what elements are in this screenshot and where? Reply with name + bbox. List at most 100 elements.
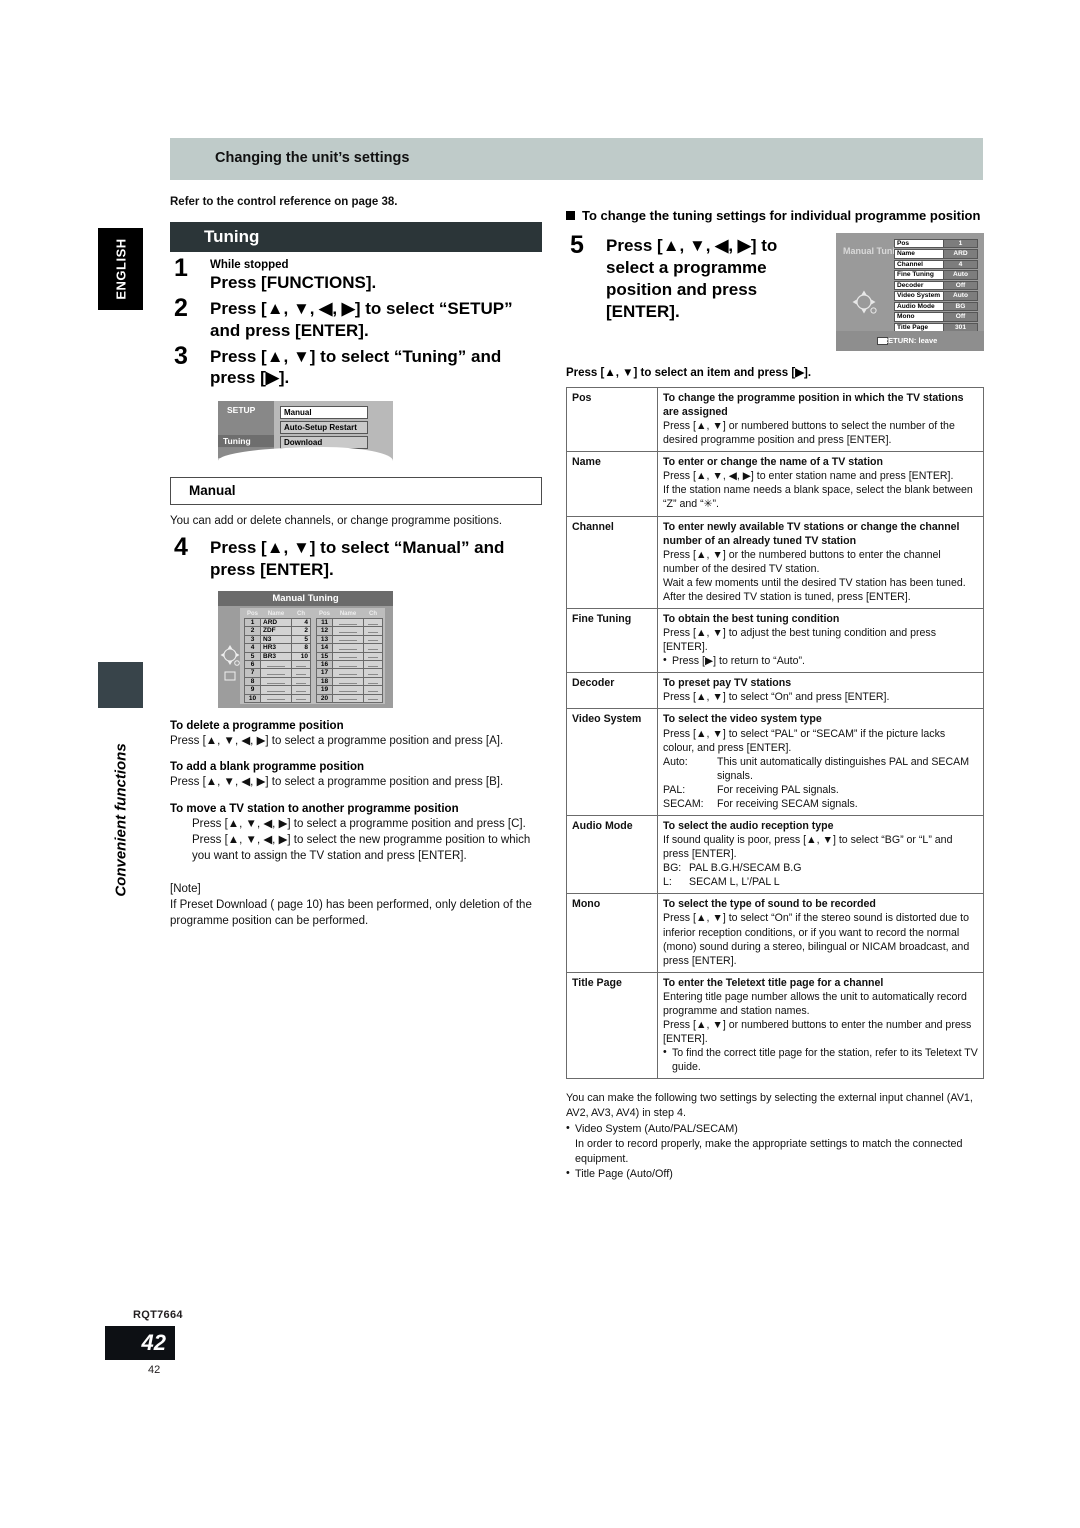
mt-ch bbox=[363, 668, 383, 678]
mt-name bbox=[332, 693, 364, 704]
control-reference-line: Refer to the control reference on page 3… bbox=[170, 196, 398, 208]
row-bullet: Press [▶] to return to “Auto”. bbox=[663, 653, 978, 668]
definition-term: BG: bbox=[663, 862, 682, 875]
row-line: Press [▲, ▼, ◀, ▶] to enter station name… bbox=[663, 470, 954, 483]
list-item: Mono Off bbox=[894, 312, 978, 322]
mt-ch bbox=[363, 676, 383, 687]
mt-pos: 10 bbox=[244, 693, 261, 704]
row-desc-pos: To change the programme position in whic… bbox=[657, 386, 984, 453]
section-band-title: Changing the unit’s settings bbox=[215, 150, 410, 166]
section-band: Changing the unit’s settings bbox=[170, 138, 983, 180]
mt-name bbox=[260, 693, 292, 704]
mt-pos: 15 bbox=[316, 651, 333, 662]
row-title: To obtain the best tuning condition bbox=[663, 612, 840, 625]
tail-item-1-desc: In order to record properly, make the ap… bbox=[575, 1137, 963, 1165]
step-3-number: 3 bbox=[174, 341, 188, 370]
setup-menu-selected-category: Tuning bbox=[218, 435, 274, 448]
mt-ch: 10 bbox=[291, 651, 311, 662]
definition-term: Auto: bbox=[663, 755, 688, 768]
step-5: 5 Press [▲, ▼, ◀, ▶] to select a program… bbox=[566, 231, 984, 353]
mt-ch bbox=[363, 693, 383, 704]
mt-pos: 2 bbox=[244, 626, 261, 636]
cursor-pad-graphic-right bbox=[848, 285, 882, 319]
setting-key: Video System bbox=[894, 291, 944, 301]
table-row: 7 bbox=[244, 668, 311, 678]
mt-name: ZDF bbox=[260, 626, 292, 636]
table-row: 20 bbox=[316, 693, 383, 704]
mt-name bbox=[332, 626, 364, 636]
mt-col-pos-left: Pos bbox=[246, 610, 258, 617]
setup-menu-item-manual: Manual bbox=[280, 406, 368, 420]
page-number: 42 bbox=[141, 1330, 166, 1355]
mt-name bbox=[332, 676, 364, 687]
mt-ch bbox=[291, 668, 311, 678]
mt-ch bbox=[363, 626, 383, 636]
row-key-mono: Mono bbox=[566, 893, 658, 973]
definition-desc: This unit automatically distinguishes PA… bbox=[717, 755, 970, 782]
mt-ch bbox=[291, 685, 311, 695]
mt-pos: 17 bbox=[316, 668, 333, 678]
tv-screen-footer-text: RETURN: leave bbox=[882, 335, 938, 345]
setting-key: Name bbox=[894, 249, 944, 259]
list-item: Name ARD bbox=[894, 249, 978, 259]
row-desc-mono: To select the type of sound to be record… bbox=[657, 893, 984, 973]
table-row: 19 bbox=[316, 685, 383, 695]
mt-ch: 5 bbox=[291, 634, 311, 645]
setting-value: ARD bbox=[944, 249, 978, 259]
row-definition: SECAM: For receiving SECAM signals. bbox=[663, 797, 978, 811]
table-intro-text: Press [▲, ▼] to select an item and press… bbox=[566, 366, 812, 379]
setup-menu-title: SETUP bbox=[227, 405, 256, 416]
procedure-3-heading: To move a TV station to another programm… bbox=[170, 802, 459, 815]
mt-ch bbox=[363, 651, 383, 662]
setting-value: Off bbox=[944, 280, 978, 291]
setting-key: Fine Tuning bbox=[894, 270, 944, 280]
table-row: Title Page To enter the Teletext title p… bbox=[566, 971, 984, 1080]
setting-key: Decoder bbox=[894, 280, 944, 291]
chapter-marker-block bbox=[98, 662, 143, 708]
row-key-name: Name bbox=[566, 451, 658, 517]
row-key-video-system: Video System bbox=[566, 708, 658, 816]
mt-name: HR3 bbox=[260, 643, 292, 653]
definition-desc: For receiving PAL signals. bbox=[717, 783, 839, 796]
table-row: 2 ZDF 2 bbox=[244, 626, 311, 636]
mt-col-ch-left: Ch bbox=[297, 610, 305, 617]
mt-name bbox=[332, 651, 364, 662]
row-key-pos: Pos bbox=[566, 386, 658, 453]
procedure-1-body: Press [▲, ▼, ◀, ▶] to select a programme… bbox=[170, 734, 504, 747]
row-desc-title-page: To enter the Teletext title page for a c… bbox=[657, 971, 984, 1080]
table-row: 3 N3 5 bbox=[244, 634, 311, 645]
mt-ch bbox=[291, 693, 311, 704]
manual-tuning-screenshot: Manual Tuning Pos Name Ch 1 ARD 4 2 ZDF … bbox=[218, 590, 393, 708]
mt-name bbox=[260, 659, 292, 670]
mt-pos: 8 bbox=[244, 676, 261, 687]
setting-value: Auto bbox=[944, 291, 978, 301]
row-line: Press [▲, ▼] to select “PAL” or “SECAM” … bbox=[663, 727, 946, 754]
table-row: Decoder To preset pay TV stations Press … bbox=[566, 672, 984, 710]
list-item: Decoder Off bbox=[894, 280, 978, 291]
setup-menu-item-auto-setup-restart: Auto-Setup Restart bbox=[280, 421, 368, 435]
language-tab: ENGLISH bbox=[98, 228, 143, 310]
row-line: Press [▲, ▼] to adjust the best tuning c… bbox=[663, 627, 937, 654]
table-row: Fine Tuning To obtain the best tuning co… bbox=[566, 607, 984, 674]
procedure-3-body-2: Press [▲, ▼, ◀, ▶] to select the new pro… bbox=[192, 833, 531, 863]
table-row: Mono To select the type of sound to be r… bbox=[566, 893, 984, 973]
table-row: Name To enter or change the name of a TV… bbox=[566, 451, 984, 517]
mt-ch: 8 bbox=[291, 643, 311, 653]
mt-ch bbox=[363, 617, 383, 628]
manual-tuning-screenshot-titlebar: Manual Tuning bbox=[218, 590, 393, 606]
table-row: 5 BR3 10 bbox=[244, 651, 311, 662]
chapter-label-text: Convenient functions bbox=[112, 743, 129, 897]
mt-name: ARD bbox=[260, 617, 292, 628]
mt-name: BR3 bbox=[260, 651, 292, 662]
table-row: 17 bbox=[316, 668, 383, 678]
step-3: 3 Press [▲, ▼] to select “Tuning” and pr… bbox=[170, 341, 542, 390]
mt-name: N3 bbox=[260, 634, 292, 645]
mt-pos: 14 bbox=[316, 643, 333, 653]
definition-term: SECAM: bbox=[663, 797, 704, 810]
row-desc-decoder: To preset pay TV stations Press [▲, ▼] t… bbox=[657, 672, 984, 710]
setting-value: 1 bbox=[944, 238, 978, 249]
step-4: 4 Press [▲, ▼] to select “Manual” and pr… bbox=[170, 535, 542, 581]
manual-tuning-table-right: Pos Name Ch 11 12 13 14 15 16 17 18 19 2… bbox=[316, 610, 383, 704]
list-item: Video System Auto bbox=[894, 291, 978, 301]
table-row: 11 bbox=[316, 617, 383, 628]
